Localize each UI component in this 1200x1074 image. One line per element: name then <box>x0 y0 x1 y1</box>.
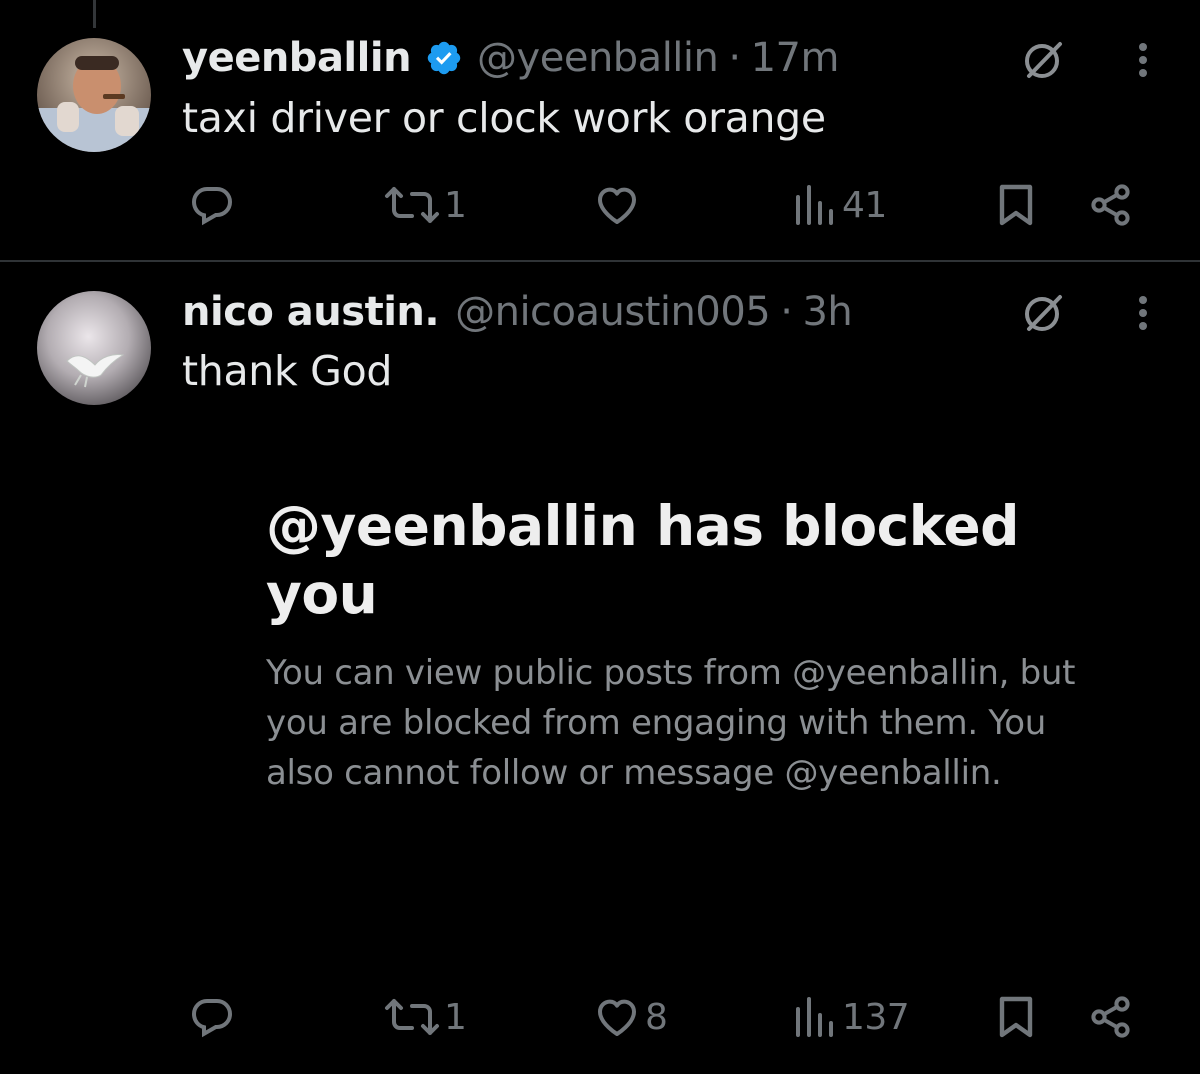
post-yeenballin[interactable]: yeenballin @yeenballin · 17m taxi driver… <box>0 0 1200 262</box>
views-icon <box>792 181 838 229</box>
separator-dot: · <box>780 289 793 335</box>
reply-button[interactable] <box>188 177 236 233</box>
blocked-notice: @yeenballin has blocked you You can view… <box>266 492 1096 798</box>
post-actions: 1 8 137 <box>0 989 1200 1045</box>
avatar[interactable] <box>37 38 151 152</box>
repost-count: 1 <box>444 996 467 1038</box>
share-button[interactable] <box>1088 989 1136 1045</box>
grok-icon[interactable] <box>1018 35 1068 85</box>
bookmark-icon <box>994 181 1038 229</box>
share-icon <box>1088 181 1136 229</box>
share-icon <box>1088 993 1136 1041</box>
repost-count: 1 <box>444 184 467 226</box>
more-vertical-icon[interactable] <box>1118 35 1168 85</box>
views-count: 137 <box>842 996 910 1038</box>
more-vertical-icon[interactable] <box>1118 288 1168 338</box>
share-button[interactable] <box>1088 177 1136 233</box>
bookmark-button[interactable] <box>994 989 1038 1045</box>
display-name[interactable]: yeenballin <box>182 34 412 82</box>
like-button[interactable]: 8 <box>593 989 668 1045</box>
reply-icon <box>188 993 236 1041</box>
repost-button[interactable]: 1 <box>384 177 467 233</box>
user-handle[interactable]: @yeenballin <box>477 34 719 82</box>
bookmark-button[interactable] <box>994 177 1038 233</box>
views-button[interactable]: 41 <box>792 177 887 233</box>
reply-icon <box>188 181 236 229</box>
separator-dot: · <box>728 35 741 81</box>
post-nicoaustin[interactable]: nico austin. @nicoaustin005 · 3h thank G… <box>0 262 1200 1074</box>
verified-badge-icon <box>425 39 463 77</box>
views-count: 41 <box>842 184 887 226</box>
post-header: nico austin. @nicoaustin005 · 3h <box>182 288 853 336</box>
post-text: thank God <box>182 347 393 395</box>
bookmark-icon <box>994 993 1038 1041</box>
repost-button[interactable]: 1 <box>384 989 467 1045</box>
heart-icon <box>593 181 641 229</box>
post-header: yeenballin @yeenballin · 17m <box>182 34 839 82</box>
views-icon <box>792 993 838 1041</box>
grok-icon[interactable] <box>1018 288 1068 338</box>
display-name[interactable]: nico austin. <box>182 288 440 336</box>
heart-icon <box>593 993 641 1041</box>
like-button[interactable] <box>593 177 641 233</box>
repost-icon <box>384 993 440 1041</box>
views-button[interactable]: 137 <box>792 989 910 1045</box>
avatar[interactable] <box>37 291 151 405</box>
reply-button[interactable] <box>188 989 236 1045</box>
repost-icon <box>384 181 440 229</box>
blocked-notice-description: You can view public posts from @yeenball… <box>266 653 1076 793</box>
blocked-notice-title: @yeenballin has blocked you <box>266 494 1020 626</box>
post-actions: 1 41 <box>0 177 1200 233</box>
timestamp[interactable]: 3h <box>802 288 852 336</box>
post-text: taxi driver or clock work orange <box>182 94 826 142</box>
like-count: 8 <box>645 996 668 1038</box>
timestamp[interactable]: 17m <box>751 34 840 82</box>
user-handle[interactable]: @nicoaustin005 <box>455 288 771 336</box>
